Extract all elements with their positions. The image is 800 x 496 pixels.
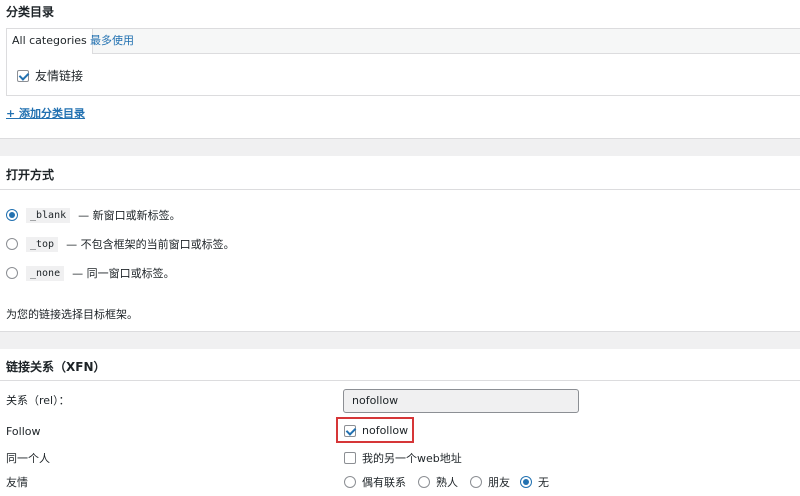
target-radio-blank[interactable] xyxy=(6,209,18,221)
same-person-option-label: 我的另一个web地址 xyxy=(362,452,462,465)
rel-input[interactable]: nofollow xyxy=(343,389,579,413)
highlight-box xyxy=(336,417,414,443)
target-title: 打开方式 xyxy=(6,168,55,182)
target-option-blank[interactable]: _blank — 新窗口或新标签。 xyxy=(6,207,181,223)
same-person-option[interactable]: 我的另一个web地址 xyxy=(344,450,462,466)
target-radio-top[interactable] xyxy=(6,238,18,250)
same-person-label: 同一个人 xyxy=(6,452,50,465)
categories-tabs-box: All categories 最多使用 友情链接 xyxy=(6,28,800,96)
friendship-option-label: 熟人 xyxy=(436,476,458,489)
category-label: 友情链接 xyxy=(35,69,84,83)
target-code-top: _top xyxy=(26,236,59,252)
tab-all-categories[interactable]: All categories xyxy=(7,29,93,54)
tab-most-used[interactable]: 最多使用 xyxy=(85,29,139,53)
friendship-radio-acquaintance[interactable] xyxy=(418,476,430,488)
friendship-radio-none[interactable] xyxy=(520,476,532,488)
category-item-friend-links[interactable]: 友情链接 xyxy=(17,67,83,84)
categories-tabbar: All categories 最多使用 xyxy=(7,29,800,54)
same-person-checkbox[interactable] xyxy=(344,452,356,464)
target-option-top[interactable]: _top — 不包含框架的当前窗口或标签。 xyxy=(6,236,235,252)
target-code-blank: _blank xyxy=(26,207,71,223)
category-checkbox[interactable] xyxy=(17,69,29,82)
add-category-link[interactable]: + 添加分类目录 xyxy=(6,105,85,121)
target-code-none: _none xyxy=(26,265,65,281)
friendship-option-occasional[interactable]: 偶有联系 xyxy=(344,474,406,490)
target-option-none[interactable]: _none — 同一窗口或标签。 xyxy=(6,265,175,281)
friendship-option-none[interactable]: 无 xyxy=(520,474,549,490)
target-radio-none[interactable] xyxy=(6,267,18,279)
friendship-label: 友情 xyxy=(6,476,28,489)
friendship-option-label: 偶有联系 xyxy=(362,476,406,489)
target-desc-blank: — 新窗口或新标签。 xyxy=(78,209,181,222)
friendship-option-label: 朋友 xyxy=(488,476,510,489)
friendship-radio-friend[interactable] xyxy=(470,476,482,488)
target-desc-top: — 不包含框架的当前窗口或标签。 xyxy=(66,238,235,251)
xfn-title: 链接关系（XFN） xyxy=(6,360,106,374)
target-desc-none: — 同一窗口或标签。 xyxy=(72,267,175,280)
friendship-option-acquaintance[interactable]: 熟人 xyxy=(418,474,458,490)
friendship-option-label: 无 xyxy=(538,476,549,489)
categories-title: 分类目录 xyxy=(6,5,55,19)
friendship-radio-occasional[interactable] xyxy=(344,476,356,488)
friendship-option-friend[interactable]: 朋友 xyxy=(470,474,510,490)
categories-panel: 分类目录 All categories 最多使用 友情链接 + 添加分类目录 xyxy=(0,0,800,139)
target-hint: 为您的链接选择目标框架。 xyxy=(6,308,138,321)
xfn-divider xyxy=(0,380,800,381)
rel-label: 关系（rel）： xyxy=(6,394,70,407)
target-divider xyxy=(0,189,800,190)
follow-label: Follow xyxy=(6,425,41,438)
